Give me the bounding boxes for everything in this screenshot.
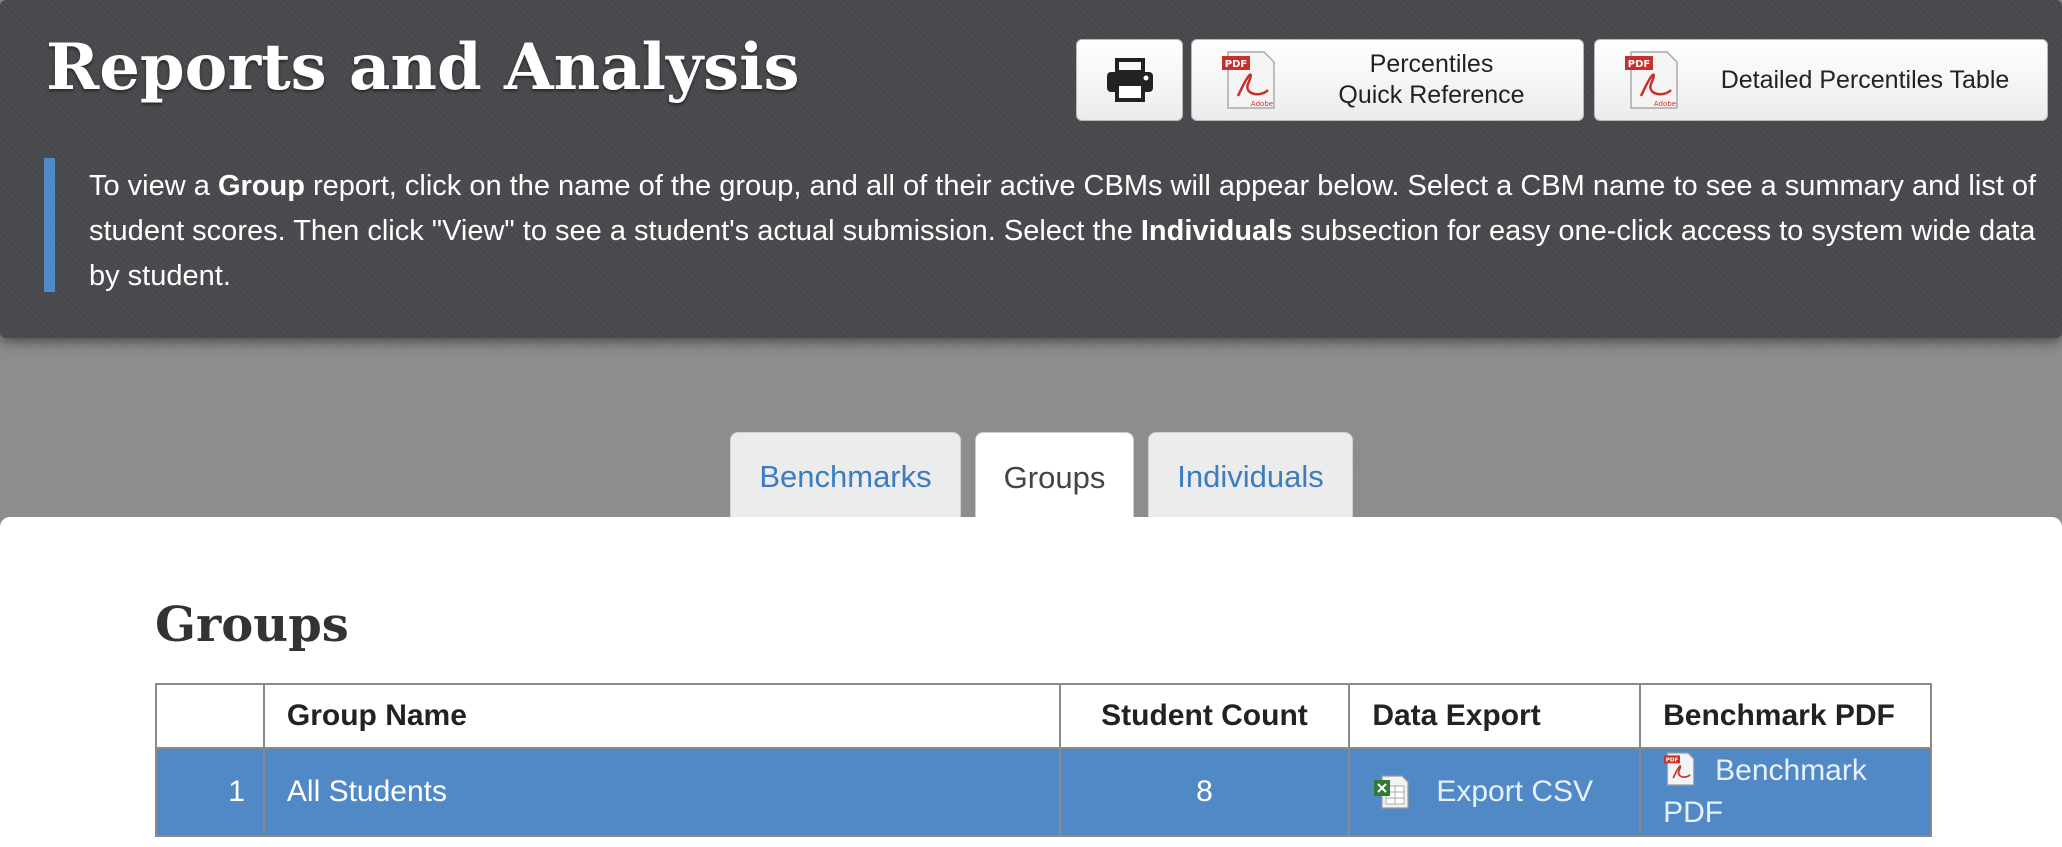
print-button[interactable] <box>1076 39 1183 121</box>
group-name-link[interactable]: All Students <box>262 747 1061 837</box>
column-header-student-count[interactable]: Student Count <box>1058 683 1351 749</box>
tab-individuals[interactable]: Individuals <box>1148 432 1353 520</box>
benchmark-pdf-cell: PDF Benchmark PDF <box>1639 747 1932 837</box>
row-number: 1 <box>155 747 265 837</box>
svg-text:PDF: PDF <box>1225 59 1247 70</box>
column-header-index <box>155 683 265 749</box>
export-cell: Export CSV <box>1348 747 1642 837</box>
column-header-group-name[interactable]: Group Name <box>262 683 1061 749</box>
page-header: Reports and Analysis PDF Adobe Percentil… <box>0 0 2062 338</box>
column-header-benchmark-pdf: Benchmark PDF <box>1639 683 1932 749</box>
svg-text:PDF: PDF <box>1666 758 1679 764</box>
detailed-percentiles-table-button[interactable]: PDF Adobe Detailed Percentiles Table <box>1594 39 2048 121</box>
svg-text:PDF: PDF <box>1628 59 1650 70</box>
tab-benchmarks[interactable]: Benchmarks <box>730 432 961 520</box>
pdf-file-icon: PDF Adobe <box>1222 51 1275 109</box>
section-heading: Groups <box>155 597 349 653</box>
page-title: Reports and Analysis <box>46 30 800 105</box>
groups-panel: Groups Group Name Student Count Data Exp… <box>0 517 2062 847</box>
column-header-data-export: Data Export <box>1348 683 1642 749</box>
tab-groups[interactable]: Groups <box>975 432 1134 522</box>
svg-text:Adobe: Adobe <box>1251 100 1273 108</box>
pdf-file-icon: PDF <box>1664 752 1695 786</box>
percentiles-label-line2: Quick Reference <box>1338 81 1525 109</box>
report-tabs: Benchmarks Groups Individuals <box>0 432 2062 522</box>
export-csv-label: Export CSV <box>1436 775 1594 808</box>
table-row[interactable]: 1 All Students 8 Export CSV PDF Benchmar… <box>155 747 1932 837</box>
svg-text:Adobe: Adobe <box>1654 100 1676 108</box>
percentiles-label-line1: Percentiles <box>1369 50 1494 78</box>
export-csv-link[interactable]: Export CSV <box>1372 774 1617 810</box>
detailed-percentiles-label: Detailed Percentiles Table <box>1720 65 2010 94</box>
percentiles-quick-reference-button[interactable]: PDF Adobe Percentiles Quick Reference <box>1191 39 1584 121</box>
excel-file-icon <box>1374 775 1409 809</box>
table-header-row: Group Name Student Count Data Export Ben… <box>155 683 1932 749</box>
benchmark-pdf-link[interactable]: PDF Benchmark PDF <box>1663 750 1908 834</box>
groups-table: Group Name Student Count Data Export Ben… <box>155 683 1932 837</box>
instructions-callout: To view a Group report, click on the nam… <box>44 158 2044 292</box>
student-count: 8 <box>1058 747 1351 837</box>
pdf-file-icon: PDF Adobe <box>1625 51 1678 109</box>
printer-icon <box>1106 58 1153 102</box>
